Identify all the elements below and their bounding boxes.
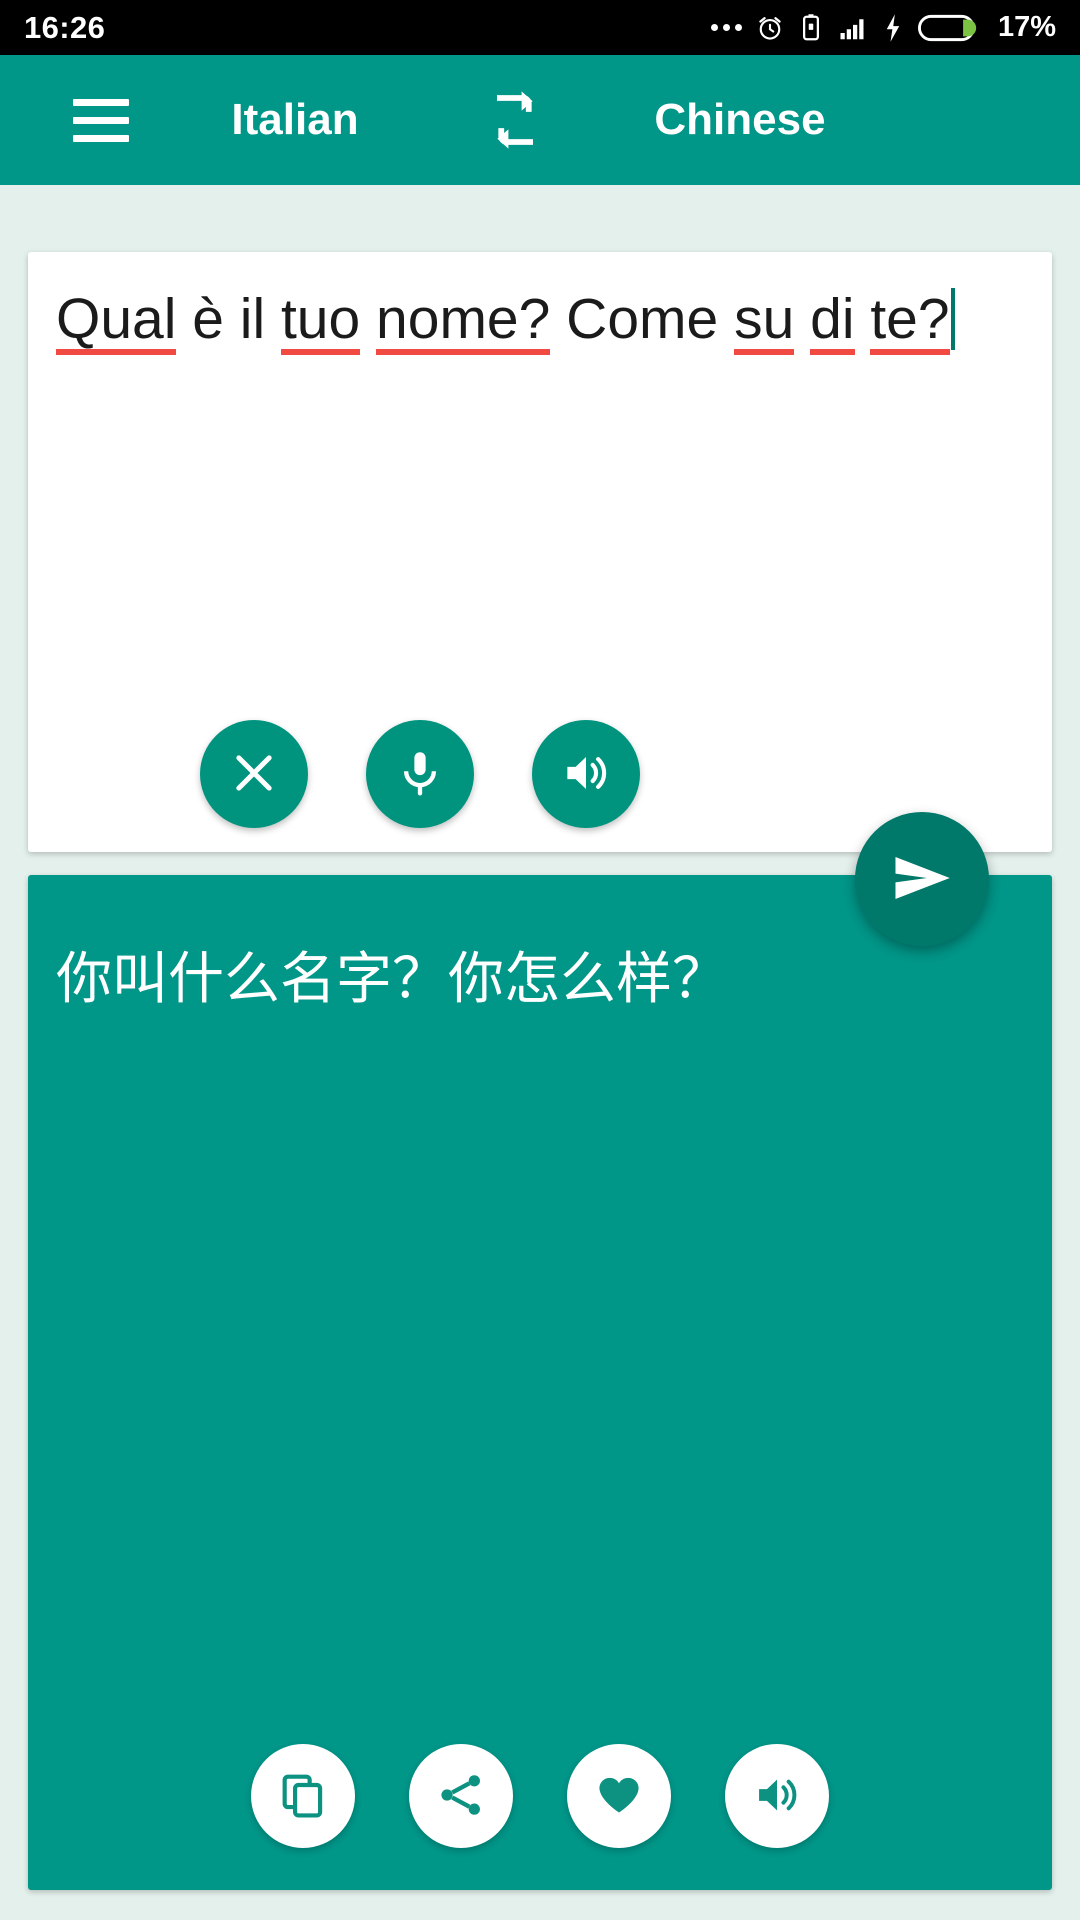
charging-bolt-icon [882, 13, 904, 43]
translator-app-screen: 16:26 17% Italian Chinese Qual è il tuo … [0, 0, 1080, 1920]
status-bar: 16:26 17% [0, 0, 1080, 55]
signal-bars-icon [837, 13, 869, 43]
microphone-icon [394, 747, 446, 802]
app-bar: Italian Chinese [0, 55, 1080, 185]
misspelled-word: nome? [376, 287, 551, 355]
source-language-selector[interactable]: Italian [155, 95, 435, 145]
heart-icon [594, 1770, 644, 1823]
misspelled-word: tuo [280, 287, 361, 355]
translation-actions-row [28, 1744, 1052, 1848]
send-translate-button[interactable] [855, 812, 989, 946]
swap-languages-icon[interactable] [470, 75, 560, 165]
battery-icon [917, 12, 983, 44]
source-word [360, 287, 376, 351]
voice-input-button[interactable] [366, 720, 474, 828]
speak-translation-button[interactable] [725, 1744, 829, 1848]
speak-source-button[interactable] [532, 720, 640, 828]
source-word: Come [550, 287, 735, 351]
clear-button[interactable] [200, 720, 308, 828]
source-word [855, 287, 871, 351]
translation-result-card: 你叫什么名字？你怎么样？ [28, 875, 1052, 1890]
misspelled-word: su [734, 287, 795, 355]
battery-percent-label: 17% [997, 11, 1056, 43]
misspelled-word: Qual [56, 287, 177, 355]
status-bar-clock: 16:26 [24, 9, 106, 45]
alarm-clock-icon [755, 13, 785, 43]
close-x-icon [228, 747, 280, 802]
share-button[interactable] [409, 1744, 513, 1848]
source-word [794, 287, 810, 351]
source-actions-row [28, 720, 1052, 828]
screen-lock-icon [798, 13, 824, 43]
copy-icon [278, 1770, 328, 1823]
misspelled-word: di [810, 287, 855, 355]
speaker-icon [560, 747, 612, 802]
share-icon [436, 1770, 486, 1823]
source-text-input[interactable]: Qual è il tuo nome? Come su di te? [56, 284, 1024, 355]
source-text-card: Qual è il tuo nome? Come su di te? [28, 252, 1052, 852]
translation-text: 你叫什么名字？你怎么样？ [56, 947, 728, 1010]
send-arrow-icon [885, 841, 959, 918]
target-language-selector[interactable]: Chinese [600, 95, 880, 145]
favorite-button[interactable] [567, 1744, 671, 1848]
more-dots-icon [710, 24, 742, 31]
source-word: è il [176, 287, 281, 351]
misspelled-word: te? [870, 287, 950, 355]
text-cursor [950, 288, 955, 350]
copy-button[interactable] [251, 1744, 355, 1848]
status-bar-icons: 17% [710, 11, 1056, 44]
speaker-icon [752, 1770, 802, 1823]
hamburger-menu-icon[interactable] [46, 55, 156, 185]
